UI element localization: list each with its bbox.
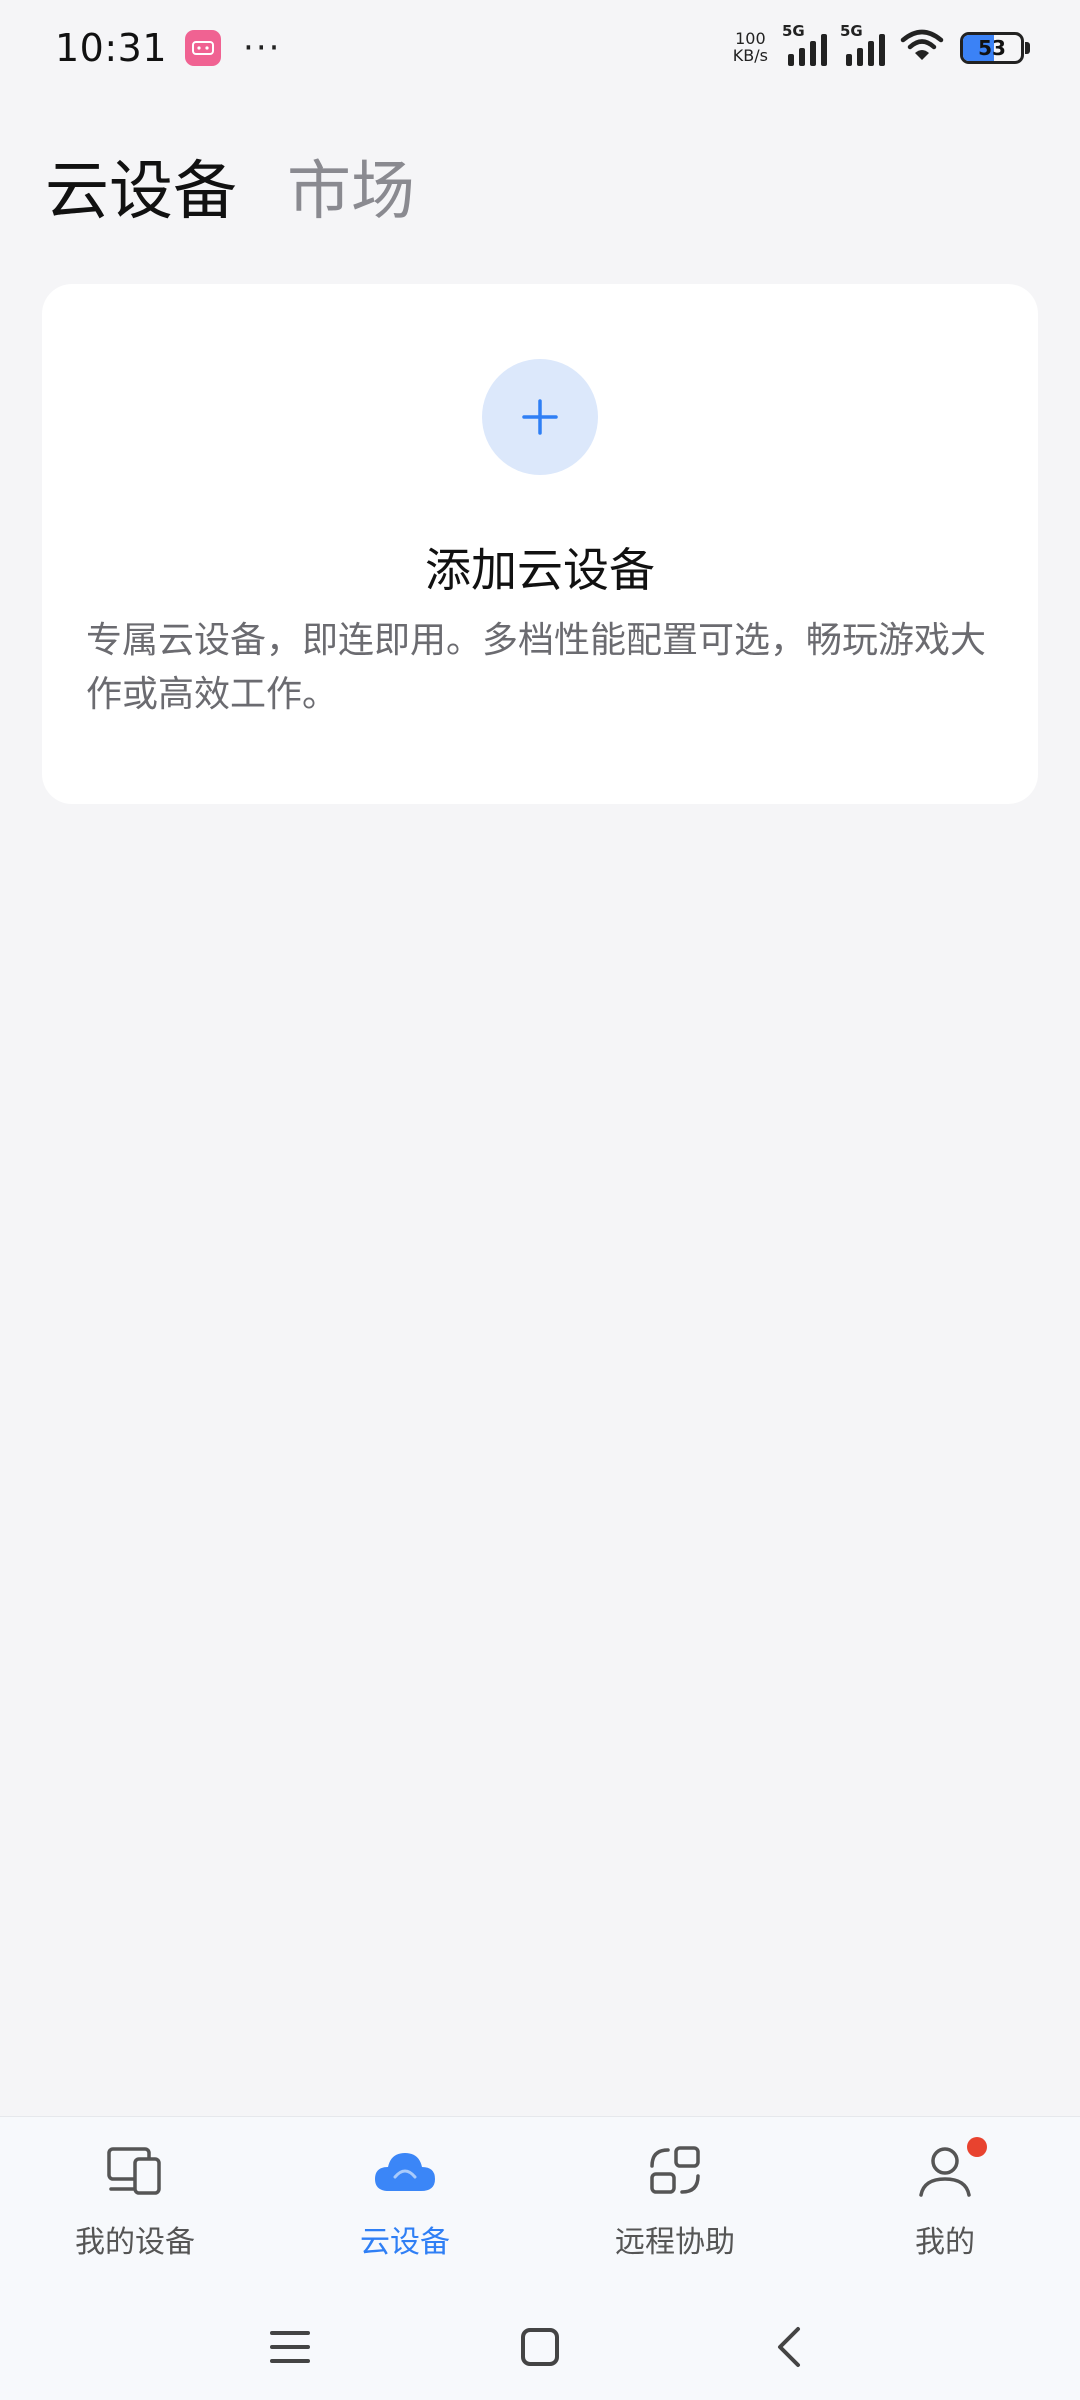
add-cloud-device-card[interactable]: 添加云设备 专属云设备，即连即用。多档性能配置可选，畅玩游戏大作或高效工作。 — [42, 284, 1038, 804]
notification-badge — [967, 2137, 987, 2157]
menu-button[interactable] — [260, 2317, 320, 2377]
network-speed-unit: KB/s — [732, 46, 768, 65]
status-bar-right: 100 KB/s 5G 5G 53 — [732, 22, 1030, 68]
notification-app-icon — [185, 30, 222, 66]
status-time: 10:31 — [55, 26, 168, 70]
remote-assist-icon — [643, 2139, 707, 2203]
back-icon — [778, 2327, 800, 2367]
tab-market[interactable]: 市场 — [287, 140, 415, 232]
battery-tip — [1025, 42, 1030, 54]
card-description: 专属云设备，即连即用。多档性能配置可选，畅玩游戏大作或高效工作。 — [86, 620, 987, 715]
nav-item-remote-assist[interactable]: 远程协助 — [540, 2117, 810, 2277]
cloud-icon — [373, 2139, 437, 2203]
battery-level: 53 — [978, 36, 1006, 60]
nav-label-me: 我的 — [915, 2225, 975, 2260]
person-icon — [913, 2137, 987, 2203]
more-notifications-icon: ··· — [243, 28, 282, 68]
status-bar: 10:31 ··· 100 KB/s 5G 5G 53 — [0, 0, 1080, 96]
tab-cloud-devices[interactable]: 云设备 — [45, 140, 237, 232]
wifi-icon — [900, 28, 944, 68]
signal-2-label: 5G — [840, 22, 863, 40]
bottom-nav-items: 我的设备 云设备 远程协助 我的 — [0, 2117, 1080, 2277]
home-button[interactable] — [510, 2317, 570, 2377]
system-navigation-bar — [0, 2297, 1080, 2397]
add-cloud-device-button[interactable] — [482, 359, 598, 475]
nav-label-remote-assist: 远程协助 — [615, 2225, 735, 2260]
battery-icon: 53 — [960, 32, 1024, 64]
signal-1-icon: 5G — [782, 22, 832, 68]
nav-label-cloud-devices: 云设备 — [360, 2225, 450, 2260]
nav-item-me[interactable]: 我的 — [810, 2117, 1080, 2277]
network-speed: 100 KB/s — [732, 30, 768, 65]
bottom-nav: 我的设备 云设备 远程协助 我的 — [0, 2116, 1080, 2400]
signal-1-label: 5G — [782, 22, 805, 40]
nav-item-my-devices[interactable]: 我的设备 — [0, 2117, 270, 2277]
header-tabs: 云设备 市场 — [45, 140, 415, 232]
status-bar-left: 10:31 ··· — [55, 26, 281, 70]
back-button[interactable] — [760, 2317, 820, 2377]
plus-icon — [522, 399, 558, 435]
nav-item-cloud-devices[interactable]: 云设备 — [270, 2117, 540, 2277]
nav-label-my-devices: 我的设备 — [75, 2225, 195, 2260]
menu-icon — [270, 2331, 310, 2363]
card-title: 添加云设备 — [425, 543, 655, 597]
devices-icon — [103, 2139, 167, 2203]
screen: 10:31 ··· 100 KB/s 5G 5G 53 云设备 市场 添加云设备… — [0, 0, 1080, 2400]
signal-2-icon: 5G — [840, 22, 890, 68]
home-icon — [521, 2328, 559, 2366]
